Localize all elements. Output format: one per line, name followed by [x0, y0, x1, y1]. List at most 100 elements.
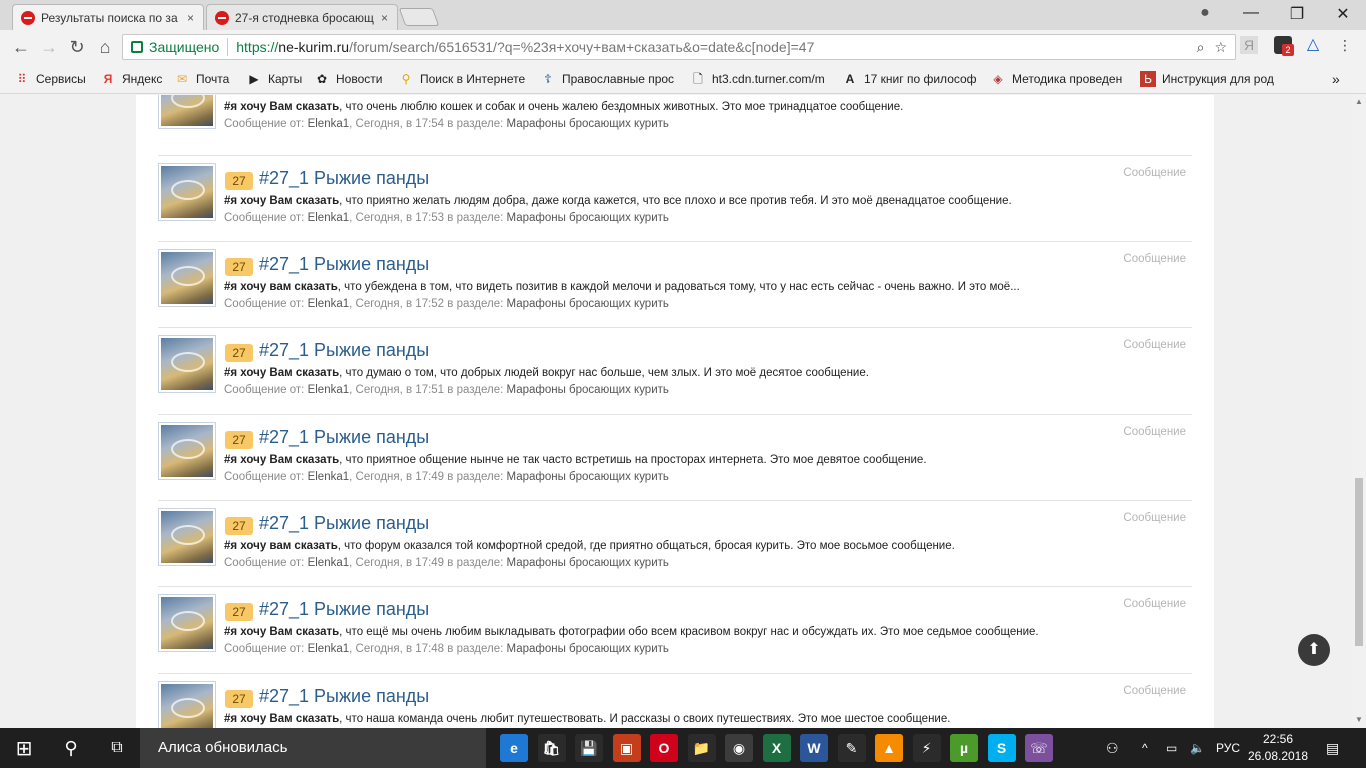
- blue-extension-icon[interactable]: △: [1304, 36, 1322, 54]
- section-link[interactable]: Марафоны бросающих курить: [506, 557, 668, 569]
- bookmark-philosophy[interactable]: A 17 книг по философ: [842, 71, 978, 87]
- avatar[interactable]: [158, 249, 216, 307]
- address-bar[interactable]: Защищено https:// ne-kurim.ru /forum/sea…: [122, 34, 1236, 60]
- people-icon[interactable]: ⚇: [1106, 728, 1119, 768]
- result-title-link[interactable]: #27_1 Рыжие панды: [259, 686, 429, 707]
- menu-icon[interactable]: ⋮: [1336, 36, 1354, 54]
- profile-icon[interactable]: ●: [1190, 4, 1220, 22]
- close-window-button[interactable]: ✕: [1328, 4, 1358, 24]
- scroll-to-top-button[interactable]: ⬆: [1298, 634, 1330, 666]
- home-icon[interactable]: ⌂: [94, 36, 116, 58]
- language-indicator[interactable]: РУС: [1216, 728, 1240, 768]
- section-link[interactable]: Марафоны бросающих курить: [506, 118, 668, 130]
- result-title-link[interactable]: #27_1 Рыжие панды: [259, 427, 429, 448]
- author-link[interactable]: Elenka1: [308, 557, 350, 569]
- new-tab-button[interactable]: [398, 8, 440, 26]
- author-link[interactable]: Elenka1: [308, 471, 350, 483]
- bookmark-news[interactable]: ✿ Новости: [314, 71, 390, 87]
- taskbar-app-presentation-icon[interactable]: ▣: [612, 734, 641, 762]
- maps-icon: ▶: [249, 72, 259, 86]
- divider: [227, 38, 229, 56]
- taskbar-app-store-icon[interactable]: 🛍: [537, 734, 566, 762]
- start-button[interactable]: ⊞: [0, 728, 48, 768]
- taskbar-app-excel-icon[interactable]: X: [762, 734, 791, 762]
- zoom-icon[interactable]: ⌕: [1197, 39, 1205, 56]
- taskbar-app-explorer-icon[interactable]: 📁: [687, 734, 716, 762]
- bookmark-maps[interactable]: ▶ Карты: [246, 71, 306, 87]
- tray-chevron-icon[interactable]: ^: [1142, 728, 1148, 768]
- avatar[interactable]: [158, 508, 216, 566]
- author-link[interactable]: Elenka1: [308, 643, 350, 655]
- avatar[interactable]: [158, 422, 216, 480]
- bookmark-yandex[interactable]: Я Яндекс: [100, 71, 166, 87]
- section-link[interactable]: Марафоны бросающих курить: [506, 643, 668, 655]
- avatar[interactable]: [158, 95, 216, 129]
- result-title-link[interactable]: #27_1 Рыжие панды: [259, 340, 429, 361]
- network-icon[interactable]: ▭: [1166, 728, 1177, 768]
- taskbar-app-vlc-icon[interactable]: ▲: [875, 734, 903, 762]
- bookmark-instruction[interactable]: Ь Инструкция для род: [1140, 71, 1280, 87]
- taskbar-app-save-icon[interactable]: 💾: [575, 734, 603, 762]
- site-favicon-icon: [215, 10, 229, 25]
- tab-close-icon[interactable]: ×: [187, 11, 194, 25]
- taskbar-app-word-icon[interactable]: W: [800, 734, 828, 762]
- alice-notification[interactable]: Алиса обновилась: [140, 728, 486, 768]
- bookmark-search[interactable]: ⚲ Поиск в Интернете: [398, 71, 530, 87]
- extension-icon[interactable]: 2: [1274, 36, 1294, 56]
- back-arrow-icon[interactable]: ←: [10, 36, 32, 58]
- section-link[interactable]: Марафоны бросающих курить: [506, 384, 668, 396]
- bookmark-turner[interactable]: 🗋 ht3.cdn.turner.com/m: [690, 71, 828, 87]
- scrollbar[interactable]: ▲ ▼: [1352, 95, 1366, 728]
- section-link[interactable]: Марафоны бросающих курить: [506, 212, 668, 224]
- bookmark-mail[interactable]: ✉ Почта: [174, 71, 236, 87]
- yandex-extension-icon[interactable]: Я: [1240, 36, 1258, 54]
- clock[interactable]: 22:56 26.08.2018: [1246, 731, 1310, 765]
- tab-search-results[interactable]: Результаты поиска по за ×: [12, 4, 204, 30]
- avatar[interactable]: [158, 594, 216, 652]
- author-link[interactable]: Elenka1: [308, 118, 350, 130]
- bookmark-star-icon[interactable]: ☆: [1214, 39, 1227, 56]
- search-button[interactable]: ⚲: [48, 728, 94, 768]
- avatar[interactable]: [158, 163, 216, 221]
- section-link[interactable]: Марафоны бросающих курить: [506, 471, 668, 483]
- task-view-button[interactable]: ⧉: [94, 728, 140, 768]
- tab-close-icon[interactable]: ×: [381, 11, 388, 25]
- forward-arrow-icon[interactable]: →: [38, 36, 60, 58]
- bookmark-orthodox[interactable]: ☦ Православные прос: [540, 71, 678, 87]
- taskbar-app-chrome-icon[interactable]: ◉: [725, 734, 753, 762]
- section-link[interactable]: Марафоны бросающих курить: [506, 298, 668, 310]
- taskbar-app-tool-icon[interactable]: ⚡: [912, 734, 941, 762]
- scroll-down-icon[interactable]: ▼: [1355, 715, 1363, 724]
- snippet-highlight: #я хочу Вам сказать: [224, 626, 340, 638]
- result-title-link[interactable]: #27_1 Рыжие панды: [259, 513, 429, 534]
- more-bookmarks-icon[interactable]: »: [1332, 71, 1348, 87]
- bookmark-services[interactable]: ⠿ Сервисы: [14, 71, 94, 87]
- result-title-link[interactable]: #27_1 Рыжие панды: [259, 168, 429, 189]
- result-title-link[interactable]: #27_1 Рыжие панды: [259, 254, 429, 275]
- snippet-text: , что убеждена в том, что видеть позитив…: [337, 281, 1020, 293]
- taskbar-app-utorrent-icon[interactable]: µ: [950, 734, 978, 762]
- minimize-button[interactable]: —: [1236, 4, 1266, 22]
- reload-icon[interactable]: ↻: [66, 36, 88, 58]
- taskbar-app-opera-icon[interactable]: O: [650, 734, 678, 762]
- search-result-item: 27 #27_1 Рыжие панды #я хочу Вам сказать, …: [158, 414, 1192, 500]
- bookmark-method[interactable]: ◈ Методика проведен: [990, 71, 1126, 87]
- news-icon: ✿: [316, 72, 328, 86]
- scrollbar-thumb[interactable]: [1355, 478, 1363, 646]
- snippet-text: , что очень люблю кошек и собак и очень …: [339, 101, 904, 113]
- avatar[interactable]: [158, 335, 216, 393]
- author-link[interactable]: Elenka1: [308, 298, 350, 310]
- result-meta: Сообщение от: Elenka1, Сегодня, в 17:49 …: [224, 471, 669, 483]
- taskbar-app-edge-icon[interactable]: e: [500, 734, 528, 762]
- scroll-up-icon[interactable]: ▲: [1355, 97, 1363, 106]
- restore-button[interactable]: ❐: [1282, 4, 1312, 24]
- taskbar-app-paint-icon[interactable]: ✎: [837, 734, 866, 762]
- volume-icon[interactable]: 🔈: [1190, 728, 1205, 768]
- taskbar-app-viber-icon[interactable]: ☏: [1025, 734, 1053, 762]
- taskbar-app-skype-icon[interactable]: S: [987, 734, 1016, 762]
- author-link[interactable]: Elenka1: [308, 384, 350, 396]
- result-title-link[interactable]: #27_1 Рыжие панды: [259, 599, 429, 620]
- author-link[interactable]: Elenka1: [308, 212, 350, 224]
- tab-marathon[interactable]: 27-я стодневка бросающ ×: [206, 4, 398, 30]
- notifications-icon[interactable]: ▤: [1326, 728, 1339, 768]
